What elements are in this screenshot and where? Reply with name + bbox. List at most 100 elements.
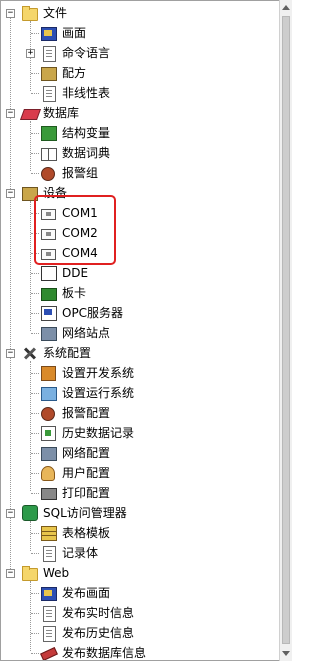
- tree-node-sql-manager[interactable]: − SQL访问管理器: [1, 503, 280, 523]
- dictionary-icon: [41, 148, 57, 161]
- tree-node-label: 网络站点: [62, 326, 111, 340]
- tree-branch-line: [31, 373, 39, 374]
- printer-icon: [41, 488, 57, 500]
- tree-node-command-language[interactable]: + 命令语言: [1, 43, 280, 63]
- tree-branch-line: [31, 413, 39, 414]
- tree-node-label: 板卡: [62, 286, 87, 300]
- tree-node-run-system[interactable]: 设置运行系统: [1, 383, 280, 403]
- tree-branch-line: [31, 173, 39, 174]
- network-site-icon: [41, 327, 57, 341]
- database-icon: [19, 109, 42, 120]
- tree-node-label: 结构变量: [62, 126, 111, 140]
- tree-node-label: 发布画面: [62, 586, 111, 600]
- tree-node-publish-database[interactable]: 发布数据库信息: [1, 643, 280, 660]
- tree-branch-line: [31, 273, 39, 274]
- tree-node-label: 命令语言: [62, 46, 111, 60]
- tree-node-file[interactable]: − 文件: [1, 3, 280, 23]
- table-template-icon: [41, 526, 57, 541]
- tree-branch-line: [31, 553, 39, 554]
- tree-branch-line: [31, 533, 39, 534]
- script-icon: [43, 46, 56, 62]
- tree-node-history-log[interactable]: 历史数据记录: [1, 423, 280, 443]
- tree-node-recipe[interactable]: 配方: [1, 63, 280, 83]
- scrollbar-thumb[interactable]: [282, 16, 290, 644]
- run-settings-icon: [41, 387, 57, 401]
- tree-branch-line: [31, 73, 39, 74]
- document-icon: [43, 86, 56, 102]
- collapse-toggle[interactable]: −: [6, 189, 15, 198]
- tree-node-network-site[interactable]: 网络站点: [1, 323, 280, 343]
- tree-node-alarm-config[interactable]: 报警配置: [1, 403, 280, 423]
- dev-settings-icon: [41, 366, 56, 381]
- tree-node-alarm-group[interactable]: 报警组: [1, 163, 280, 183]
- folder-icon: [22, 6, 38, 21]
- tree-node-board[interactable]: 板卡: [1, 283, 280, 303]
- tree-branch-line: [31, 393, 39, 394]
- tree-node-user-config[interactable]: 用户配置: [1, 463, 280, 483]
- tree-node-screen[interactable]: 画面: [1, 23, 280, 43]
- tree-node-data-dictionary[interactable]: 数据词典: [1, 143, 280, 163]
- tree-branch-line: [31, 33, 39, 34]
- scroll-up-arrow-icon[interactable]: [282, 5, 290, 10]
- tree-node-label: 设置运行系统: [62, 386, 135, 400]
- tree-node-label: 数据库: [43, 106, 80, 120]
- tree-branch-line: [31, 633, 39, 634]
- tree-node-opc-server[interactable]: OPC服务器: [1, 303, 280, 323]
- tree-branch-line: [31, 433, 39, 434]
- tree-node-record[interactable]: 记录体: [1, 543, 280, 563]
- document-icon: [43, 606, 56, 622]
- tree-branch-line: [31, 473, 39, 474]
- screen-icon: [41, 27, 57, 41]
- tree-node-label: 系统配置: [43, 346, 92, 360]
- tree-node-web[interactable]: − Web: [1, 563, 280, 583]
- tree-node-publish-history[interactable]: 发布历史信息: [1, 623, 280, 643]
- tree-branch-line: [31, 293, 39, 294]
- tree-node-system-config[interactable]: − 系统配置: [1, 343, 280, 363]
- tree-branch-line: [31, 313, 39, 314]
- tree-node-label: 表格模板: [62, 526, 111, 540]
- scroll-down-arrow-icon[interactable]: [282, 651, 290, 656]
- com-ports-highlight: [34, 195, 116, 265]
- tree-node-label: 历史数据记录: [62, 426, 135, 440]
- tree-node-table-template[interactable]: 表格模板: [1, 523, 280, 543]
- tree-node-struct-var[interactable]: 结构变量: [1, 123, 280, 143]
- tree-node-network-config[interactable]: 网络配置: [1, 443, 280, 463]
- tree-node-label: 用户配置: [62, 466, 111, 480]
- collapse-toggle[interactable]: −: [6, 349, 15, 358]
- vertical-scrollbar[interactable]: [279, 0, 292, 661]
- tools-icon: [22, 346, 37, 361]
- alarm-bell-icon: [41, 407, 55, 421]
- tree-branch-line: [31, 593, 39, 594]
- tree-node-publish-realtime[interactable]: 发布实时信息: [1, 603, 280, 623]
- struct-variable-icon: [41, 126, 57, 141]
- tree-branch-line: [31, 333, 39, 334]
- tree-node-nonlinear-table[interactable]: 非线性表: [1, 83, 280, 103]
- record-icon: [43, 546, 56, 562]
- project-tree-panel: − 文件 画面 + 命令语言 配方 非线性表 − 数据库 结构变量 数据词典 报…: [0, 0, 280, 661]
- eraser-icon: [40, 646, 58, 660]
- publish-screen-icon: [41, 587, 57, 601]
- tree-branch-line: [31, 93, 39, 94]
- tree-node-label: 打印配置: [62, 486, 111, 500]
- tree-node-dev-system[interactable]: 设置开发系统: [1, 363, 280, 383]
- alarm-group-icon: [41, 167, 55, 181]
- tree-node-label: DDE: [62, 266, 89, 280]
- sql-icon: [22, 505, 38, 521]
- tree-branch-line: [31, 453, 39, 454]
- tree-node-label: SQL访问管理器: [43, 506, 127, 520]
- tree-node-label: 画面: [62, 26, 87, 40]
- tree-branch-line: [31, 153, 39, 154]
- tree-node-label: 配方: [62, 66, 87, 80]
- tree-node-dde[interactable]: DDE: [1, 263, 280, 283]
- tree-branch-line: [31, 653, 39, 654]
- collapse-toggle[interactable]: −: [6, 569, 15, 578]
- tree-node-database[interactable]: − 数据库: [1, 103, 280, 123]
- expand-toggle[interactable]: +: [26, 49, 35, 58]
- collapse-toggle[interactable]: −: [6, 509, 15, 518]
- tree-node-label: 发布历史信息: [62, 626, 135, 640]
- collapse-toggle[interactable]: −: [6, 9, 15, 18]
- document-icon: [43, 626, 56, 642]
- tree-node-print-config[interactable]: 打印配置: [1, 483, 280, 503]
- tree-node-publish-screen[interactable]: 发布画面: [1, 583, 280, 603]
- collapse-toggle[interactable]: −: [6, 109, 15, 118]
